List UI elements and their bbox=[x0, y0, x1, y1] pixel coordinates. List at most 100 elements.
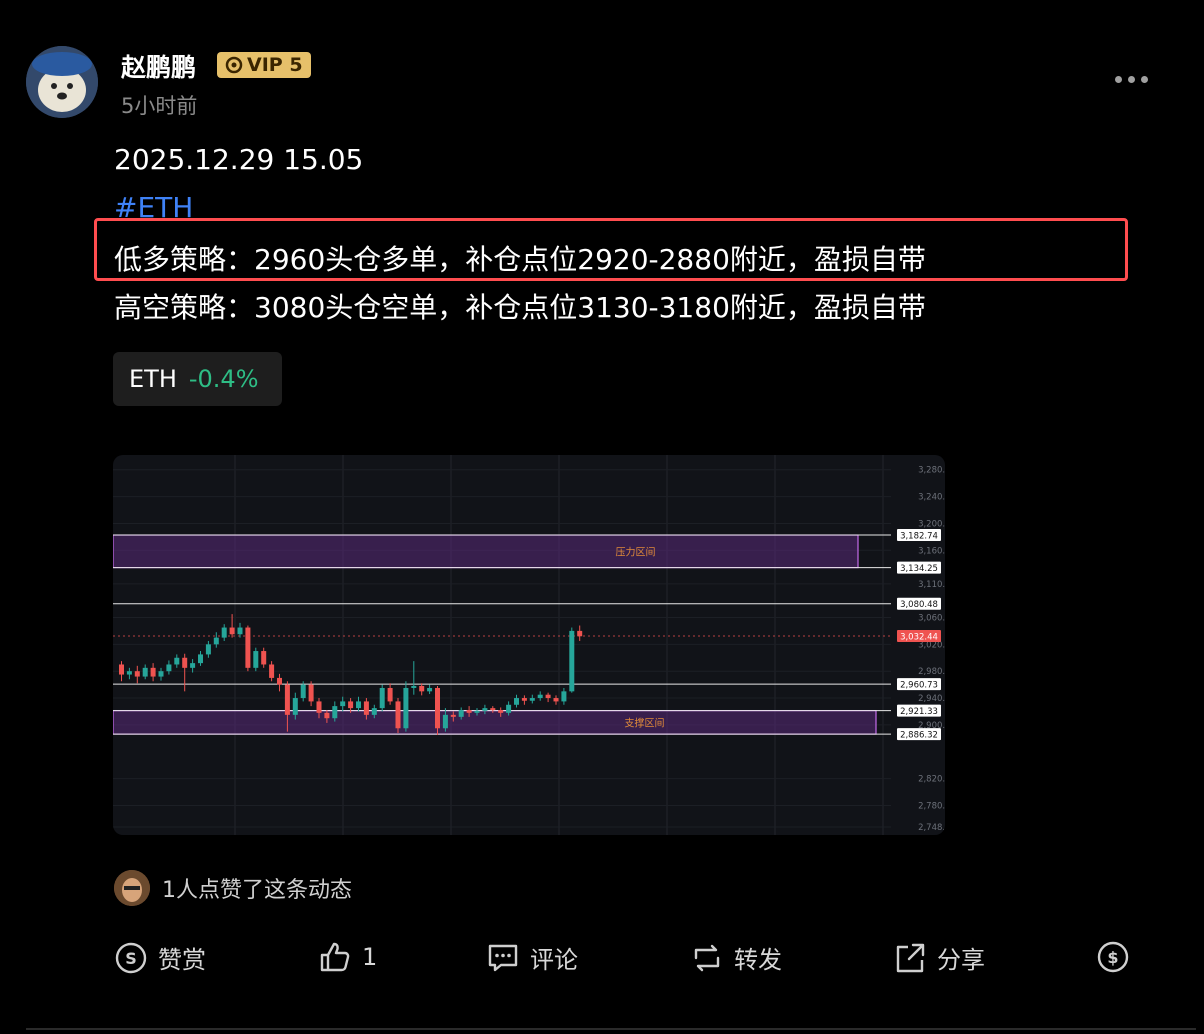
zone-label: 支撑区间 bbox=[625, 716, 665, 729]
author-name[interactable]: 赵鹏鹏 bbox=[121, 48, 196, 84]
candle-body bbox=[142, 667, 148, 677]
dollar-icon: $ bbox=[1097, 941, 1129, 973]
candle-body bbox=[300, 684, 306, 699]
candle-body bbox=[419, 685, 425, 692]
candle-body bbox=[435, 687, 440, 729]
candle-body bbox=[284, 684, 290, 715]
y-tick-label: 3,060.00 bbox=[918, 613, 945, 623]
candle-body bbox=[490, 708, 496, 711]
candle-body bbox=[150, 667, 156, 677]
candle-body bbox=[158, 671, 164, 677]
candle-body bbox=[521, 698, 527, 701]
likes-text: 1人点赞了这条动态 bbox=[162, 878, 352, 903]
candle-body bbox=[427, 687, 433, 692]
y-tick-label: 2,780.00 bbox=[918, 802, 945, 812]
candle-body bbox=[569, 630, 575, 692]
candle-body bbox=[498, 710, 504, 713]
candle-body bbox=[403, 687, 409, 729]
candle-body bbox=[395, 701, 401, 729]
vip-badge: VIP 5 bbox=[217, 52, 311, 78]
reward-label: 赞赏 bbox=[158, 946, 206, 974]
likes-row[interactable]: 1人点赞了这条动态 bbox=[114, 870, 352, 906]
svg-text:$: $ bbox=[1107, 948, 1118, 967]
comment-label: 评论 bbox=[530, 946, 578, 974]
y-tick-label: 3,240.00 bbox=[918, 493, 945, 503]
author-avatar[interactable] bbox=[26, 46, 98, 118]
current-price-label: 3,032.44 bbox=[900, 632, 938, 642]
like-count: 1 bbox=[362, 943, 378, 971]
level-label: 2,886.32 bbox=[900, 731, 938, 741]
candle-body bbox=[292, 698, 298, 715]
chart-svg: 压力区间支撑区间 3,280.00 3,240.00 3,200.00 3,160.00… bbox=[113, 455, 945, 835]
candle-body bbox=[356, 701, 361, 709]
post-time: 5小时前 bbox=[121, 94, 198, 118]
candle-body bbox=[537, 694, 543, 699]
candle-body bbox=[308, 684, 314, 702]
candle-body bbox=[450, 714, 456, 717]
y-tick-label: 3,280.00 bbox=[918, 466, 945, 476]
y-tick-label: 2,820.00 bbox=[918, 775, 945, 785]
divider bbox=[26, 1028, 1196, 1030]
reward-button[interactable]: S 赞赏 bbox=[114, 940, 206, 975]
candle-body bbox=[134, 671, 140, 677]
candle-body bbox=[482, 708, 488, 711]
repost-button[interactable]: 转发 bbox=[690, 940, 782, 975]
vip-icon bbox=[225, 56, 243, 74]
candle-body bbox=[458, 710, 464, 717]
candle-body bbox=[198, 654, 203, 664]
y-tick-label: 3,110.00 bbox=[918, 580, 945, 590]
candle-body bbox=[166, 664, 172, 672]
candle-body bbox=[340, 701, 346, 707]
price-chart[interactable]: 压力区间支撑区间 3,280.00 3,240.00 3,200.00 3,160.00… bbox=[113, 455, 945, 835]
candle-body bbox=[348, 701, 354, 709]
candle-body bbox=[411, 685, 417, 688]
strategy-short-text: 高空策略：3080头仓空单，补仓点位3130-3180附近，盈损自带 bbox=[114, 291, 926, 324]
candle-body bbox=[324, 712, 330, 719]
candle-body bbox=[442, 714, 448, 729]
level-label: 2,921.33 bbox=[900, 707, 938, 717]
svg-text:S: S bbox=[125, 949, 137, 968]
post-date-line: 2025.12.29 15.05 bbox=[114, 143, 364, 176]
candle-body bbox=[261, 651, 267, 665]
zone-box bbox=[113, 534, 859, 569]
y-tick-label: 3,160.00 bbox=[918, 546, 945, 556]
candle-body bbox=[577, 630, 583, 637]
level-label: 3,134.25 bbox=[900, 564, 938, 574]
zone-box bbox=[113, 709, 877, 735]
candle-body bbox=[126, 671, 132, 675]
ticker-chip[interactable]: ETH -0.4% bbox=[113, 352, 282, 406]
more-options-icon[interactable] bbox=[1115, 76, 1148, 83]
y-tick-label: 3,200.00 bbox=[918, 519, 945, 529]
ticker-change: -0.4% bbox=[188, 365, 259, 393]
repost-label: 转发 bbox=[734, 946, 782, 974]
comment-icon bbox=[488, 944, 518, 971]
level-label: 3,080.48 bbox=[900, 600, 938, 610]
candle-body bbox=[514, 698, 519, 705]
comment-button[interactable]: 评论 bbox=[486, 940, 578, 975]
candle-body bbox=[387, 687, 393, 702]
ticker-symbol: ETH bbox=[129, 365, 177, 393]
like-button[interactable]: 1 bbox=[318, 940, 377, 974]
repost-icon bbox=[694, 944, 720, 971]
candle-body bbox=[229, 627, 235, 635]
share-label: 分享 bbox=[937, 946, 985, 974]
share-button[interactable]: 分享 bbox=[893, 940, 985, 975]
candle-body bbox=[561, 691, 567, 702]
candle-body bbox=[174, 657, 180, 665]
candle-body bbox=[221, 627, 227, 638]
tip-button[interactable]: $ bbox=[1096, 940, 1130, 974]
y-tick-label: 2,748.00 bbox=[918, 823, 945, 833]
candle-body bbox=[545, 694, 551, 699]
y-tick-label: 2,980.00 bbox=[918, 667, 945, 677]
candle-body bbox=[182, 657, 188, 668]
candle-body bbox=[245, 627, 251, 668]
candle-body bbox=[213, 637, 219, 645]
reward-icon: S bbox=[115, 942, 147, 973]
candle-body bbox=[379, 687, 385, 709]
candle-body bbox=[371, 708, 377, 715]
candle-body bbox=[119, 664, 124, 675]
candle-body bbox=[316, 701, 322, 713]
liker-avatar[interactable] bbox=[114, 870, 150, 906]
candle-body bbox=[474, 710, 480, 713]
zone-label: 压力区间 bbox=[616, 545, 656, 558]
